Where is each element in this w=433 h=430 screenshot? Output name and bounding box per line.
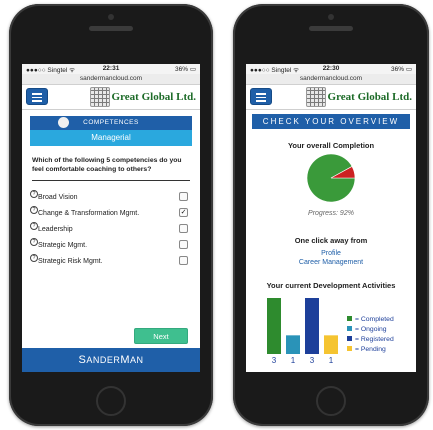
option-checkbox[interactable] (179, 256, 188, 265)
bar-completed (267, 298, 281, 354)
legend-swatch (347, 316, 352, 321)
option-checkbox[interactable] (179, 192, 188, 201)
battery-indicator: 36% ▭ (175, 66, 196, 73)
option-item: ? Strategic Risk Mgmt. (30, 254, 192, 271)
overview-header: CHECK YOUR OVERVIEW (252, 114, 410, 129)
option-label: Change & Transformation Mgmt. (38, 210, 140, 217)
hamburger-menu-button[interactable] (26, 88, 48, 105)
option-item: ? Broad Vision (30, 190, 192, 207)
career-management-link[interactable]: Career Management (246, 259, 416, 266)
bar-ongoing (286, 335, 300, 354)
right-screen: ●●●○○ Singtel ᯤ 22:30 36% ▭ sandermanclo… (246, 64, 416, 372)
option-item: ? Change & Transformation Mgmt. ✓ (30, 206, 192, 223)
managerial-label: Managerial (30, 130, 192, 146)
legend-label: = Pending (355, 346, 386, 353)
question-text: Which of the following 5 competencies do… (32, 157, 182, 173)
app-header: Great Global Ltd. (22, 85, 200, 110)
competences-label: COMPETENCES (83, 119, 139, 126)
option-item: ? Leadership (30, 222, 192, 239)
legend-swatch (347, 336, 352, 341)
url-bar[interactable]: sandermancloud.com (246, 74, 416, 85)
speaker-grille (309, 26, 353, 31)
progress-text: Progress: 92% (308, 210, 354, 217)
battery-indicator: 36% ▭ (391, 66, 412, 73)
legend-swatch (347, 346, 352, 351)
legend-label: = Registered (355, 336, 394, 343)
left-phone: ●●●○○ Singtel ᯤ 22:31 36% ▭ sandermanclo… (9, 4, 213, 426)
activities-bar-chart: 3 1 3 1 = Completed = Ongoing = Registered = Pe… (267, 298, 394, 365)
option-label: Broad Vision (38, 194, 78, 201)
bar-value-label: 1 (291, 356, 296, 365)
status-bar: ●●●○○ Singtel ᯤ 22:30 36% ▭ (246, 64, 416, 74)
globe-logo-icon (305, 87, 326, 107)
option-label: Strategic Risk Mgmt. (38, 258, 103, 265)
camera-icon (108, 14, 114, 20)
footer-logo: SANDERMAN (22, 348, 200, 372)
help-icon[interactable]: ? (30, 238, 38, 246)
help-icon[interactable]: ? (30, 206, 38, 214)
home-button[interactable] (316, 386, 346, 416)
clock: 22:31 (102, 65, 120, 72)
competences-panel: COMPETENCES Managerial (30, 116, 192, 146)
app-header: Great Global Ltd. (246, 85, 416, 110)
bar-value-label: 3 (310, 356, 315, 365)
option-label: Strategic Mgmt. (38, 242, 88, 249)
divider (32, 180, 190, 181)
option-checkbox[interactable] (179, 224, 188, 233)
one-click-title: One click away from (294, 236, 368, 245)
option-label: Leadership (38, 226, 73, 233)
home-button[interactable] (96, 386, 126, 416)
completion-title: Your overall Completion (287, 141, 375, 150)
left-screen: ●●●○○ Singtel ᯤ 22:31 36% ▭ sandermanclo… (22, 64, 200, 372)
status-bar: ●●●○○ Singtel ᯤ 22:31 36% ▭ (22, 64, 200, 74)
options-list: ? Broad Vision ? Change & Transformation… (30, 190, 192, 271)
help-icon[interactable]: ? (30, 222, 38, 230)
help-icon[interactable]: ? (30, 254, 38, 262)
brand: Great Global Ltd. (305, 86, 412, 108)
legend-label: = Ongoing (355, 326, 387, 333)
activities-title: Your current Development Activities (266, 281, 396, 290)
brand-name: Great Global Ltd. (327, 91, 412, 103)
hamburger-menu-button[interactable] (250, 88, 272, 105)
help-icon[interactable]: ? (30, 190, 38, 198)
legend-swatch (347, 326, 352, 331)
brand-name: Great Global Ltd. (111, 91, 196, 103)
competences-header: COMPETENCES (30, 116, 192, 130)
bar-registered (305, 298, 319, 354)
legend-label: = Completed (355, 316, 394, 323)
option-item: ? Strategic Mgmt. (30, 238, 192, 255)
profile-link[interactable]: Profile (246, 250, 416, 257)
bar-pending (324, 335, 338, 354)
option-checkbox[interactable]: ✓ (179, 208, 188, 217)
camera-icon (328, 14, 334, 20)
bar-value-label: 3 (272, 356, 277, 365)
globe-logo-icon (89, 87, 110, 107)
bar-value-label: 1 (329, 356, 334, 365)
completion-pie-chart (306, 153, 356, 203)
next-button[interactable]: Next (134, 328, 188, 344)
url-bar[interactable]: sandermancloud.com (22, 74, 200, 85)
right-phone: ●●●○○ Singtel ᯤ 22:30 36% ▭ sandermanclo… (233, 4, 429, 426)
brand: Great Global Ltd. (89, 86, 196, 108)
speaker-grille (89, 26, 133, 31)
option-checkbox[interactable] (179, 240, 188, 249)
